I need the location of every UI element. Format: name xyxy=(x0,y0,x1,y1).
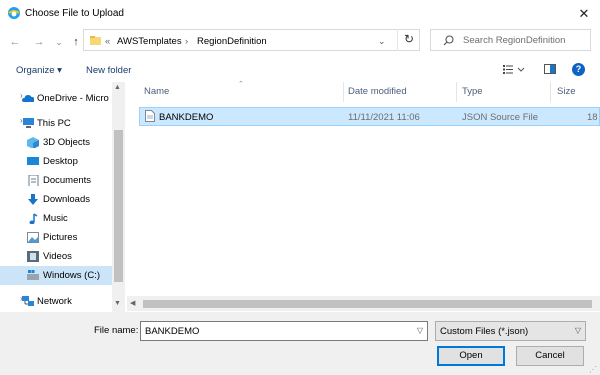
breadcrumb-segment[interactable]: AWSTemplates xyxy=(117,36,182,47)
downloads-icon xyxy=(28,194,38,205)
file-date-cell: 11/11/2021 11:06 xyxy=(348,112,420,123)
music-icon xyxy=(29,213,38,224)
nav-item-windows-c[interactable]: Windows (C:) xyxy=(0,266,112,285)
nav-item-label: Desktop xyxy=(43,156,78,167)
resize-grip-icon[interactable]: ⋰ xyxy=(589,365,597,374)
nav-item-this-pc[interactable]: This PC xyxy=(0,114,112,133)
back-button[interactable]: ← xyxy=(8,35,22,49)
nav-item-videos[interactable]: Videos xyxy=(0,247,112,266)
computer-icon xyxy=(23,118,34,128)
nav-item-music[interactable]: Music xyxy=(0,209,112,228)
expand-chevron-icon[interactable]: › xyxy=(20,91,23,100)
scrollbar-thumb[interactable] xyxy=(143,300,592,308)
expand-chevron-icon[interactable]: › xyxy=(20,116,23,125)
file-type-filter[interactable]: Custom Files (*.json) ▽ xyxy=(435,321,586,341)
nav-item-onedrive[interactable]: OneDrive - Micro xyxy=(0,89,112,108)
desktop-icon xyxy=(27,157,39,165)
sort-indicator-icon: ⌃ xyxy=(238,81,244,88)
column-divider[interactable] xyxy=(550,82,551,102)
file-upload-dialog: Choose File to Upload ✕ ← → ⌄ ↑ « AWSTem… xyxy=(0,0,600,375)
column-header-type[interactable]: Type xyxy=(462,86,483,97)
nav-item-downloads[interactable]: Downloads xyxy=(0,190,112,209)
chevron-down-icon[interactable]: ▽ xyxy=(575,326,581,335)
column-header-size[interactable]: Size xyxy=(557,86,575,97)
search-icon xyxy=(443,35,454,46)
scroll-down-arrow-icon[interactable]: ▼ xyxy=(114,300,121,307)
up-button[interactable]: ↑ xyxy=(69,35,83,49)
nav-item-desktop[interactable]: Desktop xyxy=(0,152,112,171)
file-size-cell: 18 xyxy=(587,112,598,123)
search-placeholder: Search RegionDefinition xyxy=(463,35,566,46)
nav-item-label: Windows (C:) xyxy=(43,270,101,281)
column-header-name[interactable]: Name xyxy=(144,86,169,97)
3d-objects-icon xyxy=(27,137,39,148)
scroll-left-arrow-icon[interactable]: ◀ xyxy=(130,299,135,307)
search-input[interactable]: Search RegionDefinition xyxy=(430,29,591,51)
expand-chevron-icon[interactable]: › xyxy=(20,294,23,303)
column-header-date[interactable]: Date modified xyxy=(348,86,407,97)
browser-icon xyxy=(8,7,20,19)
file-name-value: BANKDEMO xyxy=(145,326,200,337)
file-type-filter-value: Custom Files (*.json) xyxy=(440,326,529,337)
pictures-icon xyxy=(27,232,39,243)
videos-icon xyxy=(27,251,39,262)
drive-icon xyxy=(27,270,39,280)
file-type-cell: JSON Source File xyxy=(462,112,539,123)
cancel-button[interactable]: Cancel xyxy=(516,346,584,366)
address-bar[interactable]: « AWSTemplates › RegionDefinition ⌄ xyxy=(83,29,420,51)
nav-item-label: Pictures xyxy=(43,232,78,243)
file-name-label: File name: xyxy=(94,325,139,336)
nav-item-documents[interactable]: Documents xyxy=(0,171,112,190)
forward-button[interactable]: → xyxy=(32,35,46,49)
nav-item-3d-objects[interactable]: 3D Objects xyxy=(0,133,112,152)
documents-icon xyxy=(28,175,39,186)
column-divider[interactable] xyxy=(456,82,457,102)
address-overflow[interactable]: « xyxy=(105,36,110,47)
nav-item-label: Downloads xyxy=(43,194,90,205)
nav-item-pictures[interactable]: Pictures xyxy=(0,228,112,247)
preview-pane-icon[interactable] xyxy=(544,64,556,74)
file-name-cell[interactable]: BANKDEMO xyxy=(159,112,213,123)
nav-item-label: Documents xyxy=(43,175,92,186)
onedrive-icon xyxy=(22,95,34,102)
nav-item-label: Videos xyxy=(43,251,72,262)
view-options-icon[interactable] xyxy=(503,64,527,75)
address-dropdown[interactable]: ⌄ xyxy=(378,36,386,47)
nav-item-label: Music xyxy=(43,213,68,224)
nav-item-label: This PC xyxy=(37,118,71,129)
scrollbar-thumb[interactable] xyxy=(114,130,123,282)
nav-item-label: OneDrive - Micro xyxy=(37,93,109,104)
recent-locations-button[interactable]: ⌄ xyxy=(52,35,66,49)
window-title: Choose File to Upload xyxy=(25,8,124,19)
close-button[interactable]: ✕ xyxy=(574,4,594,23)
chevron-down-icon[interactable]: ▽ xyxy=(417,326,423,335)
folder-icon xyxy=(90,36,101,45)
json-file-icon xyxy=(145,110,155,122)
breadcrumb-segment[interactable]: RegionDefinition xyxy=(197,36,267,47)
nav-item-network[interactable]: Network xyxy=(0,292,112,311)
scroll-up-arrow-icon[interactable]: ▲ xyxy=(114,84,121,91)
organize-button[interactable]: Organize ▾ xyxy=(16,65,62,76)
new-folder-button[interactable]: New folder xyxy=(86,65,131,76)
nav-item-label: Network xyxy=(37,296,72,307)
refresh-button[interactable]: ↻ xyxy=(397,29,420,51)
help-icon[interactable]: ? xyxy=(572,63,585,76)
nav-item-label: 3D Objects xyxy=(43,137,90,148)
breadcrumb-separator: › xyxy=(185,36,189,47)
column-divider[interactable] xyxy=(343,82,344,102)
open-button[interactable]: Open xyxy=(437,346,505,366)
file-name-input[interactable]: BANKDEMO ▽ xyxy=(140,321,428,341)
network-icon xyxy=(22,296,34,306)
